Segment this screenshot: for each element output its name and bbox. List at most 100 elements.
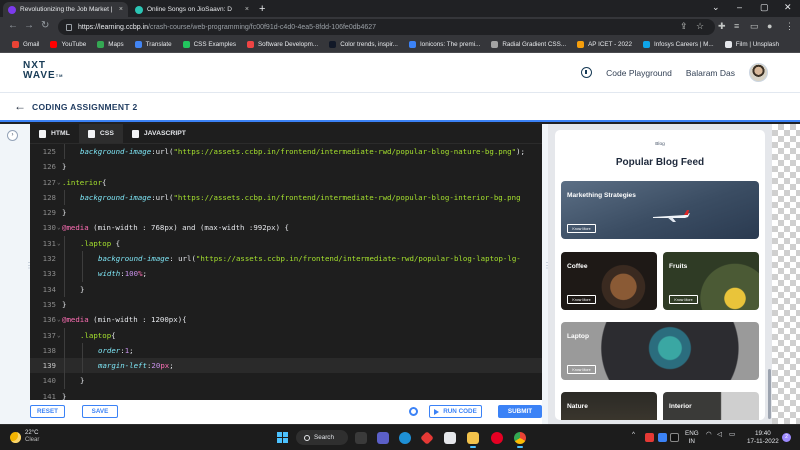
code-line[interactable]: 135} bbox=[30, 297, 542, 312]
notification-badge[interactable]: 2 bbox=[782, 433, 791, 442]
bookmark-item[interactable]: Gmail bbox=[12, 41, 39, 48]
share-icon[interactable]: ⇪ bbox=[680, 21, 688, 32]
code-line[interactable]: 129} bbox=[30, 205, 542, 220]
code-line[interactable]: 137 ⌄ .laptop{ bbox=[30, 327, 542, 343]
sidepanel-icon[interactable]: ▭ bbox=[750, 21, 759, 32]
bookmark-star-icon[interactable]: ☆ bbox=[696, 21, 704, 32]
windows-start-icon[interactable] bbox=[277, 432, 288, 443]
stopwatch-icon[interactable] bbox=[581, 67, 593, 78]
menu-icon[interactable]: ⋮ bbox=[785, 21, 794, 32]
new-tab-button[interactable]: + bbox=[259, 3, 265, 15]
weather-widget[interactable]: 22°C Clear bbox=[10, 430, 39, 444]
reload-icon[interactable]: ↻ bbox=[41, 20, 49, 31]
code-line[interactable]: 138 order:1; bbox=[30, 342, 542, 359]
avatar[interactable] bbox=[749, 63, 768, 82]
fold-chevron-icon[interactable]: ⌄ bbox=[57, 175, 61, 190]
left-resize-handle[interactable]: ⋮ bbox=[25, 262, 33, 270]
tab-html[interactable]: HTML bbox=[30, 124, 79, 143]
code-line[interactable]: 132 background-image: url("https://assets… bbox=[30, 251, 542, 267]
submit-button[interactable]: SUBMIT bbox=[498, 405, 542, 418]
bookmark-item[interactable]: Maps bbox=[97, 41, 124, 48]
close-tab-icon[interactable]: × bbox=[245, 6, 249, 13]
save-button[interactable]: SAVE bbox=[82, 405, 118, 418]
fold-chevron-icon[interactable]: ⌄ bbox=[57, 220, 61, 235]
bookmark-item[interactable]: Infosys Careers | M... bbox=[642, 41, 714, 48]
chrome-icon[interactable] bbox=[514, 432, 526, 448]
wifi-icon[interactable]: ◠ bbox=[706, 431, 712, 438]
browser-tab-1[interactable]: Online Songs on JioSaavn: D × bbox=[130, 2, 254, 17]
address-bar[interactable]: https://learning.ccbp.in /crash-course/w… bbox=[58, 19, 715, 35]
close-tab-icon[interactable]: × bbox=[119, 6, 123, 13]
browser-tab-0[interactable]: Revolutionizing the Job Market | × bbox=[3, 2, 128, 17]
expand-panel-icon[interactable]: › bbox=[7, 130, 18, 141]
preview-scrollbar[interactable] bbox=[768, 369, 771, 419]
code-line[interactable]: 134} bbox=[30, 281, 542, 297]
bookmark-item[interactable]: Film | Unsplash bbox=[724, 41, 779, 48]
bookmark-item[interactable]: YouTube bbox=[50, 41, 86, 48]
reading-list-icon[interactable]: ≡ bbox=[734, 21, 739, 31]
code-line[interactable]: 126} bbox=[30, 159, 542, 174]
bookmark-item[interactable]: Software Developm... bbox=[246, 41, 318, 48]
bookmark-item[interactable]: CSS Examples bbox=[182, 41, 236, 48]
tray-app-icon[interactable] bbox=[670, 433, 679, 442]
maximize-button[interactable]: ▢ bbox=[760, 2, 769, 13]
file-explorer-icon[interactable] bbox=[467, 432, 479, 448]
user-name[interactable]: Balaram Das bbox=[686, 68, 735, 78]
code-line[interactable]: 125 background-image:url("https://assets.… bbox=[30, 144, 542, 160]
back-arrow-icon[interactable]: ← bbox=[14, 99, 26, 113]
code-lines[interactable]: 125 background-image:url("https://assets.… bbox=[30, 144, 542, 400]
code-line[interactable]: 141} bbox=[30, 389, 542, 400]
teams-chat-icon[interactable] bbox=[377, 432, 389, 444]
code-line[interactable]: 128 background-image:url("https://assets.… bbox=[30, 189, 542, 206]
fold-chevron-icon[interactable]: ⌄ bbox=[57, 312, 61, 327]
task-view-icon[interactable] bbox=[355, 432, 367, 444]
extensions-icon[interactable]: ✚ bbox=[718, 21, 726, 32]
tray-app-icon[interactable] bbox=[645, 433, 654, 442]
code-line[interactable]: 140} bbox=[30, 373, 542, 389]
office-icon[interactable] bbox=[420, 431, 434, 445]
nxtwave-logo[interactable]: NXT WAVETM bbox=[23, 61, 64, 81]
fold-chevron-icon[interactable]: ⌄ bbox=[57, 236, 61, 251]
settings-gear-icon[interactable] bbox=[409, 407, 418, 416]
taskbar-search[interactable]: Search bbox=[296, 430, 348, 445]
store-icon[interactable] bbox=[444, 432, 456, 444]
code-line[interactable]: 127 ⌄ .interior{ bbox=[30, 175, 542, 190]
know-more-button[interactable]: Know More bbox=[669, 295, 698, 304]
code-line[interactable]: 136 ⌄ @media (min-width : 1200px){ bbox=[30, 312, 542, 327]
know-more-button[interactable]: Know More bbox=[567, 295, 596, 304]
fold-chevron-icon[interactable]: ⌄ bbox=[57, 328, 61, 343]
minimize-button[interactable]: – bbox=[737, 2, 742, 12]
tab-search-icon[interactable]: ⌄ bbox=[712, 2, 720, 13]
close-window-button[interactable]: ✕ bbox=[784, 2, 792, 13]
bookmark-item[interactable]: Radial Gradient CSS... bbox=[491, 41, 566, 48]
tray-app-icon[interactable] bbox=[658, 433, 667, 442]
bookmark-item[interactable]: AP ICET - 2022 bbox=[577, 41, 632, 48]
profile-icon[interactable]: ● bbox=[767, 21, 772, 31]
tab-javascript[interactable]: JAVASCRIPT bbox=[123, 124, 195, 143]
pinterest-icon[interactable] bbox=[491, 432, 503, 444]
clock[interactable]: 19:40 17-11-2022 bbox=[747, 430, 779, 446]
code-line[interactable]: 133 width:100%; bbox=[30, 266, 542, 282]
bookmark-item[interactable]: Ionicons: The premi... bbox=[408, 41, 480, 48]
code-line[interactable]: 131 ⌄ .laptop { bbox=[30, 235, 542, 252]
code-playground-link[interactable]: Code Playground bbox=[606, 68, 672, 78]
language-indicator[interactable]: ENG IN bbox=[685, 430, 699, 446]
edge-icon[interactable] bbox=[399, 432, 411, 444]
preview-frame[interactable]: Blog Popular Blog Feed Markething Strate… bbox=[555, 130, 765, 420]
know-more-button[interactable]: Know More bbox=[567, 224, 596, 233]
bookmark-item[interactable]: Color trends, inspir... bbox=[329, 41, 398, 48]
battery-icon[interactable]: ▭ bbox=[729, 431, 735, 438]
forward-icon[interactable]: → bbox=[24, 20, 34, 31]
bookmark-item[interactable]: Translate bbox=[134, 41, 172, 48]
volume-icon[interactable]: ◁ bbox=[717, 431, 722, 438]
code-line[interactable]: 139 margin-left:20px; bbox=[30, 358, 542, 374]
tab-css[interactable]: CSS bbox=[78, 124, 123, 143]
editor-preview-resize-handle[interactable]: ⋮ bbox=[543, 262, 551, 270]
code-editor[interactable]: HTML CSS JAVASCRIPT 125 background-image:… bbox=[30, 124, 542, 400]
back-icon[interactable]: ← bbox=[8, 20, 18, 31]
reset-button[interactable]: RESET bbox=[30, 405, 65, 418]
run-code-button[interactable]: RUN CODE bbox=[429, 405, 482, 418]
code-line[interactable]: 130 ⌄ @media (min-width : 768px) and (max-… bbox=[30, 220, 542, 235]
tray-overflow-icon[interactable]: ^ bbox=[632, 431, 635, 438]
know-more-button[interactable]: Know More bbox=[567, 365, 596, 374]
